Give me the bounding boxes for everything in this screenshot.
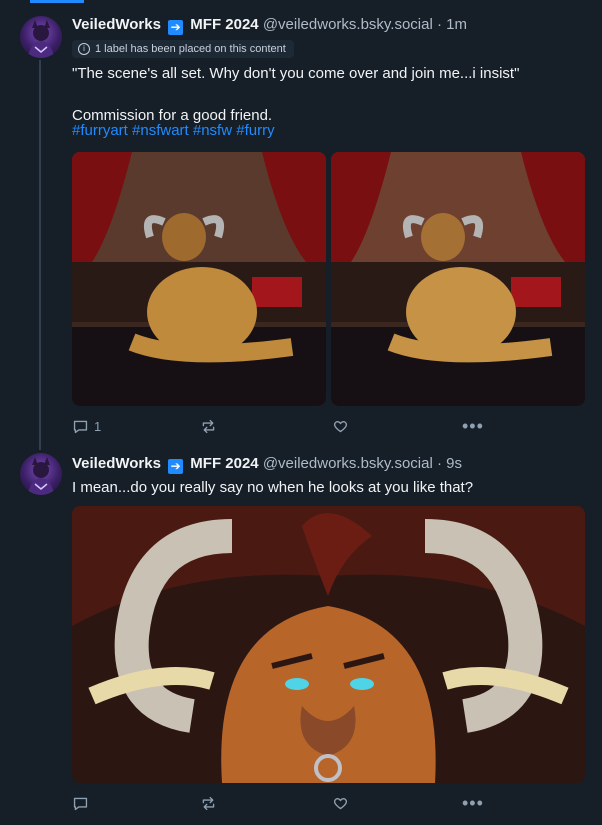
post-time[interactable]: · 1m: [437, 16, 467, 33]
reply-button[interactable]: 1: [72, 418, 101, 435]
post-header: VeiledWorks ➔ MFF 2024 @veiledworks.bsky…: [72, 455, 462, 474]
author-name[interactable]: VeiledWorks: [72, 455, 161, 472]
repost-arrows-icon: [202, 796, 215, 810]
post-hashtags[interactable]: #furryart #nsfwart #nsfw #furry: [72, 120, 275, 141]
post-time[interactable]: · 9s: [437, 455, 462, 472]
author-name[interactable]: VeiledWorks: [72, 16, 161, 33]
like-button[interactable]: [332, 418, 354, 435]
heart-icon: [333, 420, 348, 432]
content-label-notice[interactable]: i 1 label has been placed on this conten…: [72, 40, 294, 58]
post-image-1[interactable]: [72, 152, 326, 406]
avatar[interactable]: [20, 453, 62, 495]
author-handle[interactable]: @veiledworks.bsky.social: [263, 16, 433, 33]
more-options-button[interactable]: •••: [462, 793, 484, 814]
post-actions: 1 •••: [72, 416, 492, 436]
arrow-right-icon: ➔: [168, 459, 184, 474]
more-options-button[interactable]: •••: [462, 416, 484, 437]
avatar[interactable]: [20, 16, 62, 58]
post-actions: •••: [72, 793, 492, 813]
info-circle-icon: i: [78, 43, 90, 55]
post-1[interactable]: VeiledWorks ➔ MFF 2024 @veiledworks.bsky…: [0, 0, 602, 450]
reply-count: 1: [94, 418, 102, 434]
repost-button[interactable]: [200, 418, 222, 435]
ellipsis-icon: •••: [462, 415, 484, 436]
reply-button[interactable]: [72, 795, 94, 812]
post-header: VeiledWorks ➔ MFF 2024 @veiledworks.bsky…: [72, 16, 467, 35]
author-badge: MFF 2024: [190, 16, 259, 33]
author-handle[interactable]: @veiledworks.bsky.social: [263, 455, 433, 472]
thread-connector: [39, 60, 41, 450]
arrow-right-icon: ➔: [168, 20, 184, 35]
post-2[interactable]: VeiledWorks ➔ MFF 2024 @veiledworks.bsky…: [0, 445, 602, 825]
repost-button[interactable]: [200, 795, 222, 812]
like-button[interactable]: [332, 795, 354, 812]
heart-icon: [333, 797, 348, 809]
post-image[interactable]: [72, 506, 585, 783]
speech-bubble-icon: [73, 420, 88, 433]
post-text: "The scene's all set. Why don't you come…: [72, 65, 520, 124]
post-image-2[interactable]: [331, 152, 585, 406]
repost-arrows-icon: [202, 419, 215, 433]
label-notice-text: 1 label has been placed on this content: [95, 43, 286, 55]
author-badge: MFF 2024: [190, 455, 259, 472]
post-text: I mean...do you really say no when he lo…: [72, 479, 474, 496]
ellipsis-icon: •••: [462, 792, 484, 813]
speech-bubble-icon: [73, 797, 88, 810]
